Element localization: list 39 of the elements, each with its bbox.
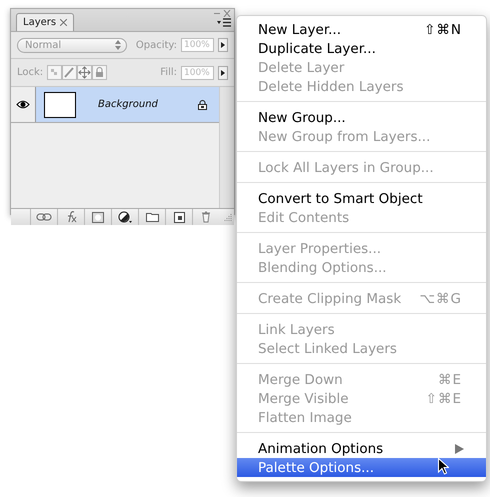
- folder-icon[interactable]: [146, 212, 158, 222]
- menu-item[interactable]: Palette Options...: [237, 458, 486, 477]
- mask-icon[interactable]: [92, 212, 104, 222]
- menu-item[interactable]: New Layer... ⇧⌘N: [237, 20, 486, 39]
- shortcut-label: ⌘E: [438, 372, 462, 388]
- trash-icon[interactable]: [201, 211, 211, 223]
- link-icon[interactable]: [36, 213, 52, 221]
- layer-name: Background: [98, 99, 159, 110]
- panel-menu-icon[interactable]: [217, 18, 231, 27]
- layers-tab[interactable]: Layers: [16, 13, 74, 31]
- opacity-field[interactable]: 100%: [181, 38, 214, 52]
- opacity-label: Opacity:: [136, 40, 177, 50]
- eye-icon[interactable]: [16, 100, 30, 109]
- opacity-arrow-button[interactable]: [218, 38, 228, 52]
- scrollbar-track[interactable]: [220, 87, 234, 208]
- adjustment-icon[interactable]: [118, 211, 132, 223]
- menu-item[interactable]: New Group...: [237, 108, 486, 127]
- layer-thumbnail: [44, 92, 76, 118]
- menu-item[interactable]: Duplicate Layer...: [237, 39, 486, 58]
- new-layer-icon[interactable]: [174, 212, 184, 222]
- fill-label: Fill:: [160, 67, 177, 78]
- stepper-arrows-icon: [115, 40, 121, 50]
- fill-arrow-button[interactable]: [218, 66, 228, 80]
- menu-item[interactable]: Convert to Smart Object: [237, 189, 486, 208]
- menu-item[interactable]: Animation Options: [237, 439, 486, 458]
- brush-icon[interactable]: [62, 65, 78, 80]
- lock-label: Lock:: [17, 67, 44, 78]
- shortcut-label: ⇧⌘E: [426, 390, 462, 406]
- cursor-icon: [438, 458, 449, 475]
- resize-grip-icon[interactable]: [224, 213, 232, 221]
- layer-row[interactable]: Background: [11, 87, 219, 123]
- fill-field[interactable]: 100%: [181, 66, 214, 80]
- move-icon[interactable]: [77, 65, 92, 80]
- close-icon[interactable]: [60, 19, 68, 26]
- shortcut-label: ⌥⌘G: [419, 290, 462, 306]
- submenu-arrow-icon: [455, 444, 464, 454]
- blend-mode-dropdown[interactable]: Normal: [17, 38, 127, 52]
- lock-icon[interactable]: [92, 65, 108, 80]
- shortcut-label: ⇧⌘N: [424, 22, 462, 38]
